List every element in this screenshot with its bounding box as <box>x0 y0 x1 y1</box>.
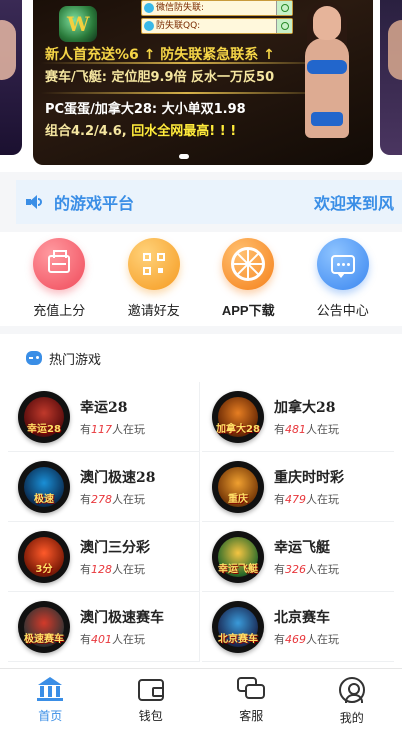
game-logo: 极速 <box>18 460 70 513</box>
wechat-contact-label: 微信防失联: <box>156 3 205 13</box>
game-name: 幸运飞艇 <box>274 539 330 556</box>
game-name: 重庆时时彩 <box>274 469 344 486</box>
game-name: 澳门极速28 <box>80 469 156 486</box>
tab-wallet[interactable]: 钱包 <box>101 669 202 730</box>
tab-mine[interactable]: 我的 <box>302 669 402 730</box>
game-name: 北京赛车 <box>274 609 330 626</box>
tab-home-label: 首页 <box>38 709 63 723</box>
tab-service-label: 客服 <box>239 709 264 723</box>
app-download-button[interactable]: APP下载 <box>208 238 288 326</box>
player-count: 有128人在玩 <box>80 562 145 576</box>
promo-line-2: 赛车/飞艇: 定位胆9.9倍 反水一万反50 <box>45 70 275 85</box>
player-count: 有481人在玩 <box>274 422 339 436</box>
promo-line-1: 新人首充送%6 ↑ 防失联紧急联系 ↑ <box>45 47 275 63</box>
carousel-indicator <box>179 154 189 159</box>
home-icon <box>37 677 64 701</box>
wallet-icon <box>33 238 86 290</box>
player-count: 有479人在玩 <box>274 492 339 506</box>
customer-service-icon <box>237 677 266 701</box>
game-item[interactable]: 极速赛车 澳门极速赛车 有401人在玩 <box>8 592 200 662</box>
search-icon <box>276 1 292 15</box>
wechat-contact-field: 微信防失联: <box>141 0 293 16</box>
notice-text-repeat: 欢迎来到风 <box>314 194 395 213</box>
player-count: 有117人在玩 <box>80 422 145 436</box>
invite-friends-button[interactable]: 邀请好友 <box>114 238 194 326</box>
notice-text: 的游戏平台 <box>54 194 135 213</box>
brand-logo: W <box>59 6 97 42</box>
game-grid: 幸运28 幸运28 有117人在玩 加拿大28 加拿大28 有481人在玩极速 澳门极速28… <box>0 382 402 662</box>
game-name: 澳门三分彩 <box>80 539 150 556</box>
tab-wallet-label: 钱包 <box>138 709 163 723</box>
game-logo: 3分 <box>18 530 70 583</box>
chat-bubble-icon <box>316 238 369 290</box>
hot-games-section: 热门游戏 幸运28 幸运28 有117人在玩 加拿大28 加拿大28 有481人在玩 极速澳… <box>0 334 402 668</box>
tab-home[interactable]: 首页 <box>0 669 101 730</box>
banner-carousel[interactable]: W 微信防失联: 防失联QQ: 新人首充送%6 ↑ 防失联紧急联系 ↑ 赛车/飞… <box>0 0 402 172</box>
banner-prev-slide[interactable] <box>0 0 22 155</box>
game-logo: 加拿大28 <box>212 390 264 443</box>
banner-model-image <box>291 2 363 152</box>
speaker-icon <box>26 195 42 209</box>
game-item[interactable]: 加拿大28 加拿大28 有481人在玩 <box>202 382 394 452</box>
quick-actions: 充值上分 邀请好友 APP下载 公告中心 <box>0 232 402 326</box>
game-item[interactable]: 幸运飞艇 幸运飞艇 有326人在玩 <box>202 522 394 592</box>
game-item[interactable]: 幸运28 幸运28 有117人在玩 <box>8 382 200 452</box>
search-icon <box>276 19 292 33</box>
tab-service[interactable]: 客服 <box>201 669 302 730</box>
gamepad-icon <box>26 351 42 365</box>
recharge-button[interactable]: 充值上分 <box>19 238 99 326</box>
bottom-tab-bar: 首页 钱包 客服 我的 <box>0 668 402 730</box>
player-count: 有278人在玩 <box>80 492 145 506</box>
qq-contact-label: 防失联QQ: <box>156 21 201 31</box>
player-count: 有326人在玩 <box>274 562 339 576</box>
banner-next-slide[interactable] <box>380 0 402 155</box>
game-logo: 幸运28 <box>18 390 70 443</box>
announcements-label: 公告中心 <box>316 304 369 319</box>
game-name: 加拿大28 <box>274 399 336 416</box>
game-logo: 重庆 <box>212 460 264 513</box>
game-item[interactable]: 重庆 重庆时时彩有479人在玩 <box>202 452 394 522</box>
wallet-icon <box>137 679 164 701</box>
tab-mine-label: 我的 <box>339 711 364 725</box>
invite-friends-label: 邀请好友 <box>127 304 180 319</box>
notice-bar[interactable]: 的游戏平台 欢迎来到风 <box>16 180 402 224</box>
orange-slice-icon <box>222 238 275 290</box>
game-item[interactable]: 3分 澳门三分彩有128人在玩 <box>8 522 200 592</box>
promo-banner[interactable]: W 微信防失联: 防失联QQ: 新人首充送%6 ↑ 防失联紧急联系 ↑ 赛车/飞… <box>33 0 373 165</box>
qq-contact-field: 防失联QQ: <box>141 18 293 34</box>
qr-code-icon <box>127 238 180 290</box>
game-item[interactable]: 极速 澳门极速28 有278人在玩 <box>8 452 200 522</box>
player-count: 有469人在玩 <box>274 632 339 646</box>
game-logo: 幸运飞艇 <box>212 530 264 583</box>
announcements-button[interactable]: 公告中心 <box>303 238 383 326</box>
app-download-label: APP下载 <box>221 303 275 318</box>
promo-line-3: PC蛋蛋/加拿大28: 大小单双1.98 <box>45 102 246 117</box>
recharge-label: 充值上分 <box>33 304 86 319</box>
player-count: 有401人在玩 <box>80 632 145 646</box>
game-logo: 北京赛车 <box>212 600 264 653</box>
user-icon <box>338 677 365 703</box>
game-item[interactable]: 北京赛车 北京赛车 有469人在玩 <box>202 592 394 662</box>
section-title: 热门游戏 <box>49 352 102 368</box>
hot-games-header: 热门游戏 <box>0 334 402 382</box>
game-name: 幸运28 <box>80 399 128 416</box>
promo-line-4: 组合4.2/4.6, 回水全网最高! ! ! <box>45 124 237 139</box>
game-name: 澳门极速赛车 <box>80 609 164 626</box>
game-logo: 极速赛车 <box>18 600 70 653</box>
